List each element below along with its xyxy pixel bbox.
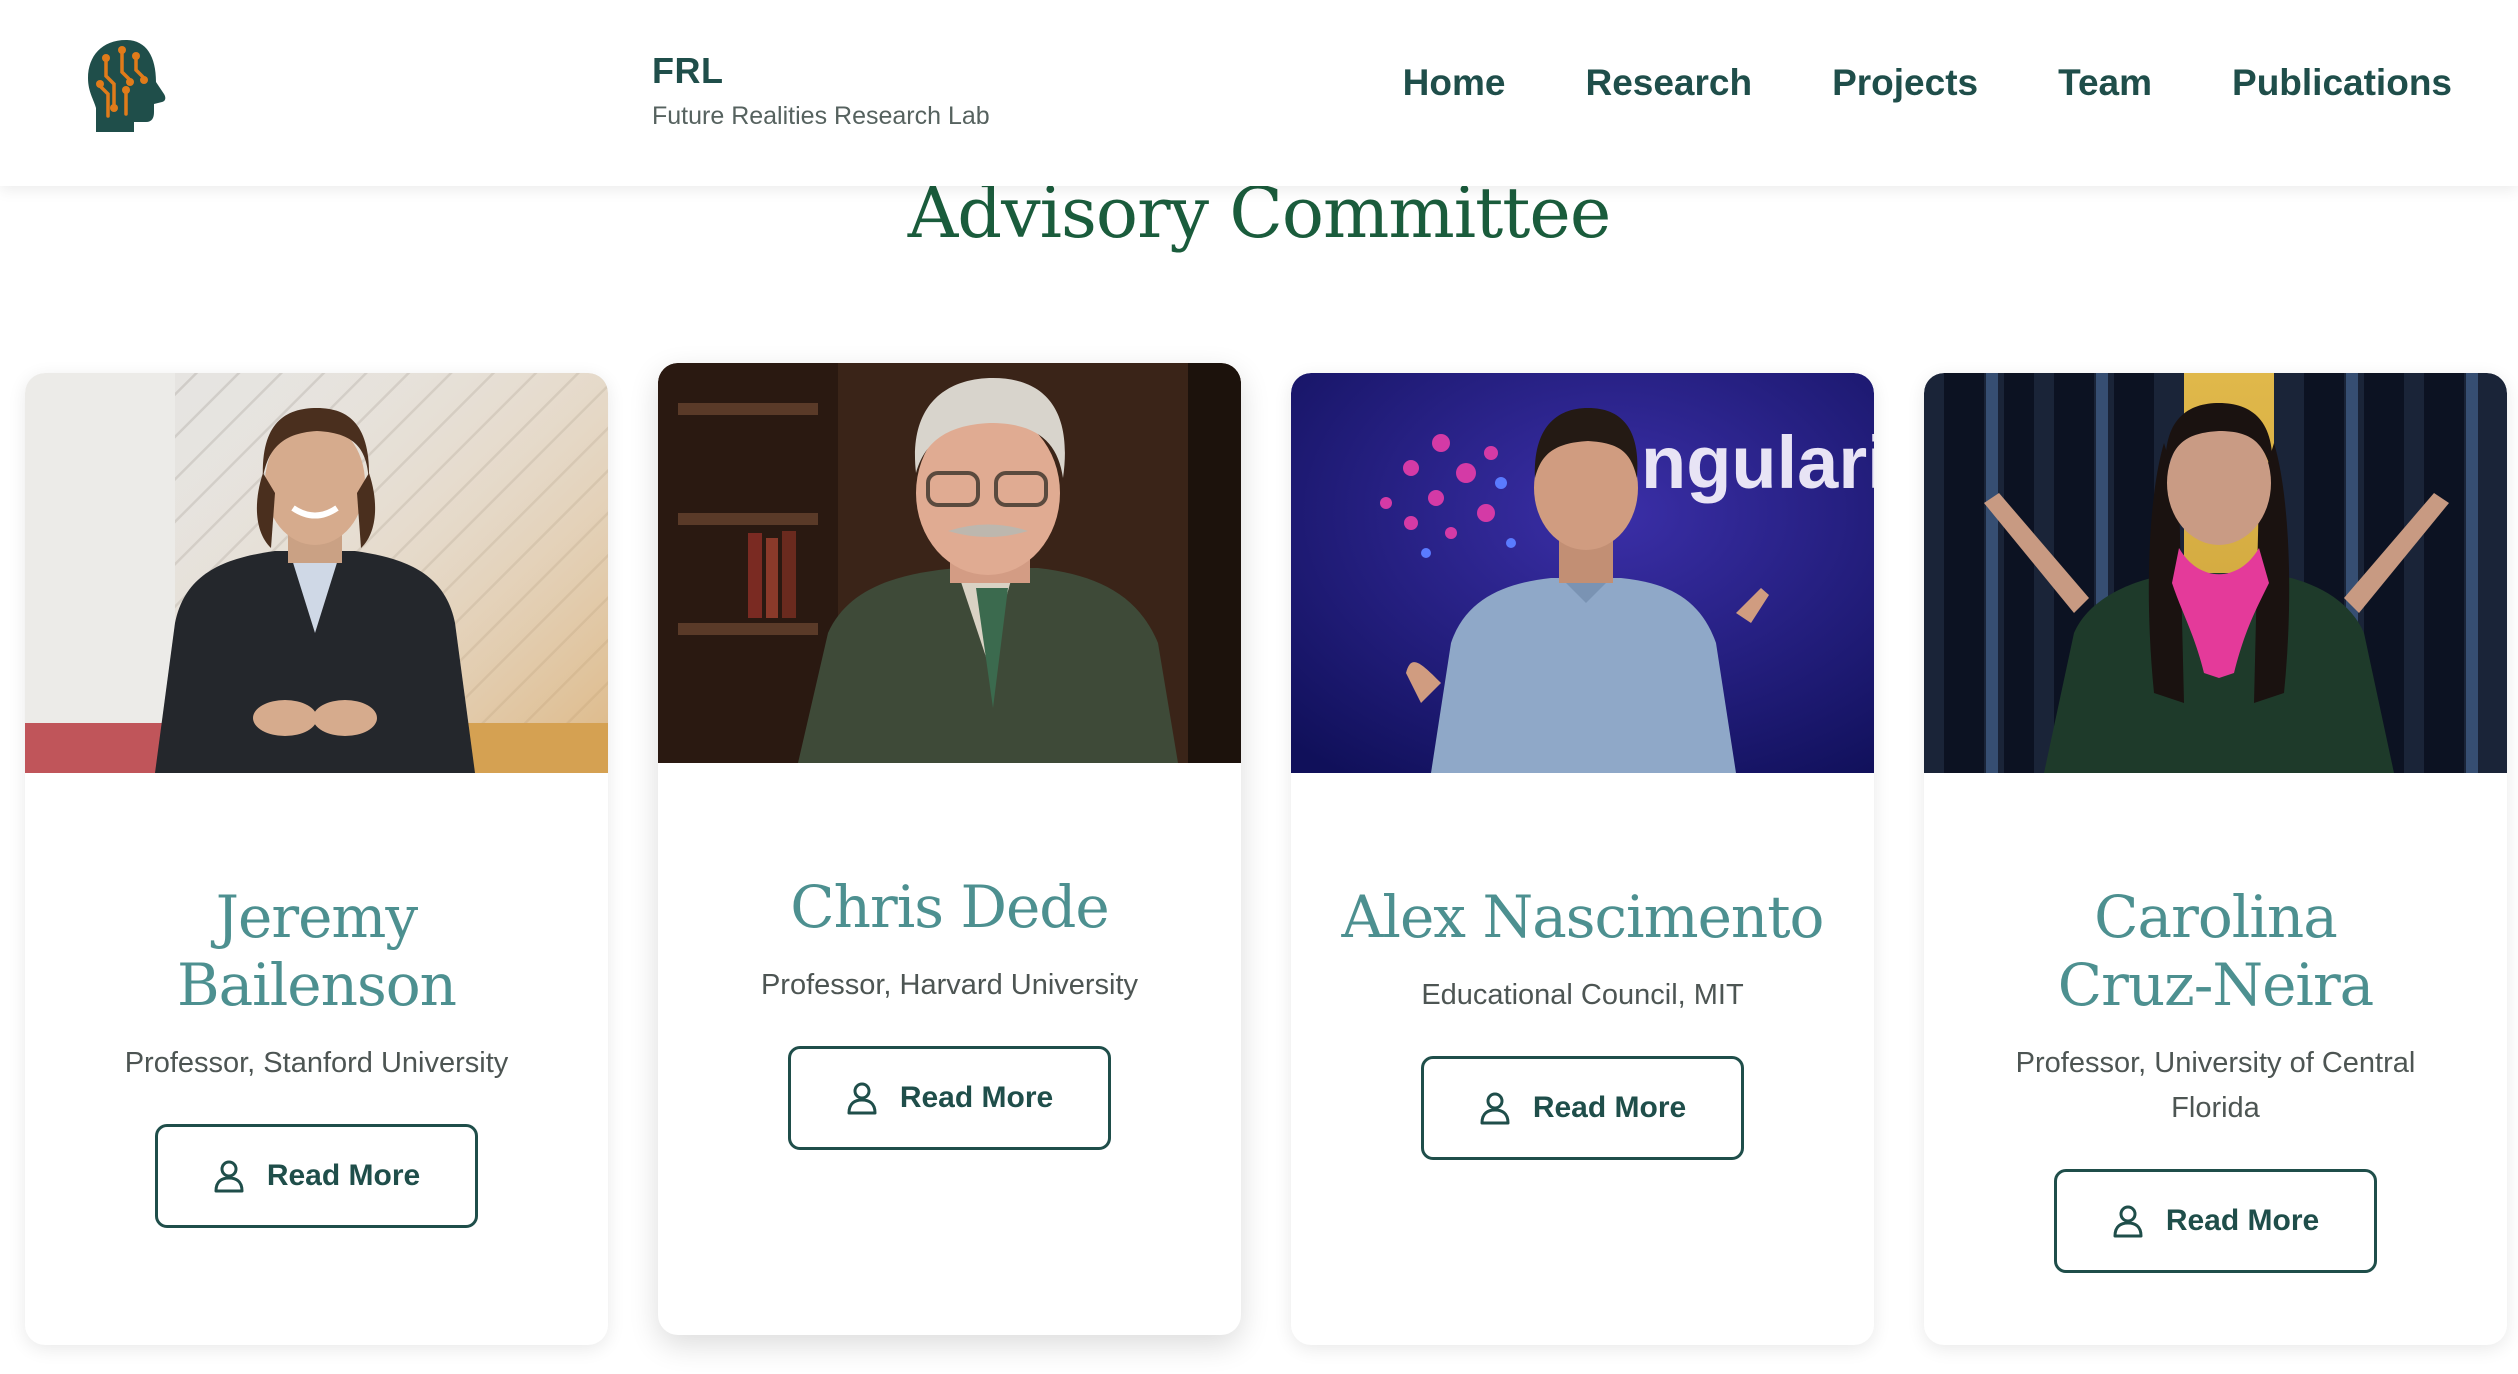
nav-publications[interactable]: Publications (2232, 62, 2452, 104)
read-more-button[interactable]: Read More (155, 1124, 478, 1228)
user-icon (2113, 1205, 2143, 1238)
read-more-label: Read More (2165, 1204, 2320, 1237)
member-role: Professor, Harvard University (760, 969, 1139, 1001)
member-card: Chris Dede Professor, Harvard University… (658, 363, 1241, 1335)
read-more-label: Read More (266, 1159, 421, 1192)
member-name: Alex Nascimento (1341, 883, 1825, 951)
main-nav: Home Research Projects Team Publications (1403, 62, 2452, 104)
member-name: Chris Dede (790, 873, 1110, 941)
read-more-button[interactable]: Read More (2054, 1169, 2377, 1273)
brand[interactable]: FRL Future Realities Research Lab (652, 50, 990, 131)
nav-team[interactable]: Team (2058, 62, 2152, 104)
nav-research[interactable]: Research (1585, 62, 1752, 104)
user-icon (214, 1160, 244, 1193)
user-icon (847, 1082, 877, 1115)
member-card: Jeremy Bailenson Professor, Stanford Uni… (25, 373, 608, 1345)
backdrop-text: ngularit (1641, 421, 1874, 504)
member-role: Professor, Stanford University (124, 1047, 509, 1079)
brand-title: FRL (652, 50, 724, 91)
member-role: Educational Council, MIT (1421, 979, 1744, 1011)
read-more-label: Read More (899, 1081, 1054, 1114)
member-name: Carolina Cruz-Neira (2057, 883, 2375, 1019)
member-photo (1924, 373, 2507, 773)
member-photo: ngularit (1291, 373, 1874, 773)
user-icon (1480, 1092, 1510, 1125)
member-card: ngularit Alex Nascimento Educational Cou… (1291, 373, 1874, 1345)
nav-home[interactable]: Home (1403, 62, 1506, 104)
member-photo (25, 373, 608, 773)
brand-subtitle: Future Realities Research Lab (652, 102, 990, 130)
member-card: Carolina Cruz-Neira Professor, Universit… (1924, 373, 2507, 1345)
member-role: Professor, University of Central Florida (2015, 1047, 2416, 1124)
read-more-button[interactable]: Read More (1421, 1056, 1744, 1160)
head-circuit-icon[interactable] (82, 36, 170, 136)
read-more-button[interactable]: Read More (788, 1046, 1111, 1150)
nav-projects[interactable]: Projects (1832, 62, 1978, 104)
read-more-label: Read More (1532, 1091, 1687, 1124)
member-name: Jeremy Bailenson (176, 883, 457, 1019)
member-photo (658, 363, 1241, 763)
site-header: FRL Future Realities Research Lab Home R… (0, 0, 2518, 186)
